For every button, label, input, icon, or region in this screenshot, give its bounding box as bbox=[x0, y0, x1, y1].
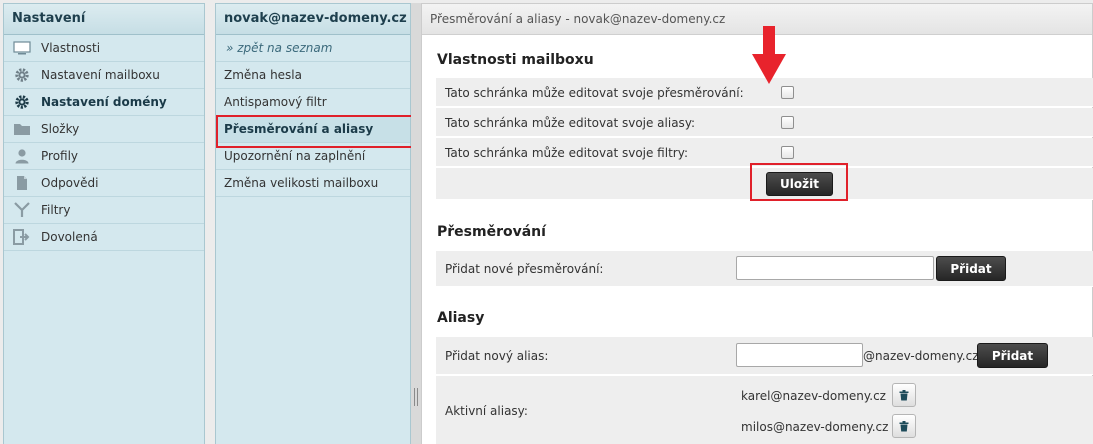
sidebar-item-label: Filtry bbox=[41, 203, 71, 217]
mailbox-title: novak@nazev-domeny.cz bbox=[216, 4, 410, 35]
menu-item-presmerovani-aliasy[interactable]: Přesměrování a aliasy bbox=[216, 115, 414, 148]
option-label: Tato schránka může editovat svoje přesmě… bbox=[445, 86, 744, 100]
option-row-aliases: Tato schránka může editovat svoje aliasy… bbox=[436, 108, 1093, 137]
alias-item: milos@nazev-domeny.cz bbox=[741, 420, 889, 434]
splitter-grip-icon bbox=[414, 388, 418, 406]
save-highlight-box bbox=[750, 163, 848, 201]
alias-domain-suffix: @nazev-domeny.cz bbox=[863, 349, 979, 363]
exit-icon bbox=[12, 229, 32, 245]
sidebar-item-label: Dovolená bbox=[41, 230, 98, 244]
gear-icon bbox=[12, 94, 32, 110]
add-redirect-button[interactable]: Přidat bbox=[936, 256, 1006, 281]
mailbox-menu-panel: novak@nazev-domeny.cz » zpět na seznam Z… bbox=[215, 3, 414, 444]
sidebar-item-label: Profily bbox=[41, 149, 79, 163]
folder-icon bbox=[12, 121, 32, 137]
alias-add-row: Přidat nový alias: @nazev-domeny.cz Přid… bbox=[436, 337, 1093, 375]
sidebar-item-vlastnosti[interactable]: Vlastnosti bbox=[4, 35, 204, 62]
user-icon bbox=[12, 148, 32, 164]
sidebar-item-slozky[interactable]: Složky bbox=[4, 116, 204, 143]
alias-input[interactable] bbox=[736, 343, 863, 367]
delete-alias-button[interactable] bbox=[892, 383, 916, 407]
sidebar-item-label: Nastavení mailboxu bbox=[41, 68, 160, 82]
option-label: Tato schránka může editovat svoje filtry… bbox=[445, 146, 688, 160]
menu-item-antispam[interactable]: Antispamový filtr bbox=[216, 89, 410, 116]
redirect-add-label: Přidat nové přesměrování: bbox=[445, 262, 604, 276]
menu-item-upozorneni[interactable]: Upozornění na zaplnění bbox=[216, 143, 410, 170]
back-to-list-link[interactable]: » zpět na seznam bbox=[216, 35, 410, 62]
aliases-heading: Aliasy bbox=[437, 310, 485, 326]
sidebar-item-label: Složky bbox=[41, 122, 80, 136]
trash-icon bbox=[899, 389, 909, 400]
active-aliases-label: Aktivní aliasy: bbox=[445, 404, 528, 418]
filter-icon bbox=[12, 202, 32, 218]
redirect-add-row: Přidat nové přesměrování: Přidat bbox=[436, 251, 1093, 287]
mailbox-props-heading: Vlastnosti mailboxu bbox=[437, 52, 594, 68]
sidebar-item-label: Odpovědi bbox=[41, 176, 99, 190]
sidebar-item-label: Vlastnosti bbox=[41, 41, 101, 55]
sidebar-item-nastaveni-domeny[interactable]: Nastavení domény bbox=[4, 89, 204, 116]
sidebar-item-nastaveni-mailboxu[interactable]: Nastavení mailboxu bbox=[4, 62, 204, 89]
active-aliases-row: Aktivní aliasy: karel@nazev-domeny.cz mi… bbox=[436, 376, 1093, 444]
alias-add-label: Přidat nový alias: bbox=[445, 349, 549, 363]
can-edit-filters-checkbox[interactable] bbox=[781, 146, 794, 159]
menu-item-zmena-velikosti[interactable]: Změna velikosti mailboxu bbox=[216, 170, 410, 197]
sidebar-item-filtry[interactable]: Filtry bbox=[4, 197, 204, 224]
can-edit-redirect-checkbox[interactable] bbox=[781, 86, 794, 99]
alias-item: karel@nazev-domeny.cz bbox=[741, 389, 886, 403]
sidebar-item-label: Nastavení domény bbox=[41, 95, 167, 109]
sidebar-item-dovolena[interactable]: Dovolená bbox=[4, 224, 204, 251]
settings-sidebar: Nastavení Vlastnosti Nastavení mailboxu … bbox=[3, 3, 205, 444]
sidebar-item-profily[interactable]: Profily bbox=[4, 143, 204, 170]
document-icon bbox=[12, 175, 32, 191]
gear-icon bbox=[12, 67, 32, 83]
option-label: Tato schránka může editovat svoje aliasy… bbox=[445, 116, 696, 130]
arrow-down-icon bbox=[752, 26, 786, 84]
monitor-icon bbox=[12, 40, 32, 56]
sidebar-item-odpovedi[interactable]: Odpovědi bbox=[4, 170, 204, 197]
panel-splitter[interactable] bbox=[411, 3, 421, 444]
trash-icon bbox=[899, 420, 909, 431]
sidebar-title: Nastavení bbox=[4, 4, 204, 35]
menu-item-zmena-hesla[interactable]: Změna hesla bbox=[216, 62, 410, 89]
add-alias-button[interactable]: Přidat bbox=[977, 343, 1048, 368]
redirect-email-input[interactable] bbox=[736, 256, 934, 280]
can-edit-aliases-checkbox[interactable] bbox=[781, 116, 794, 129]
redirect-heading: Přesměrování bbox=[437, 224, 546, 240]
delete-alias-button[interactable] bbox=[892, 414, 916, 438]
